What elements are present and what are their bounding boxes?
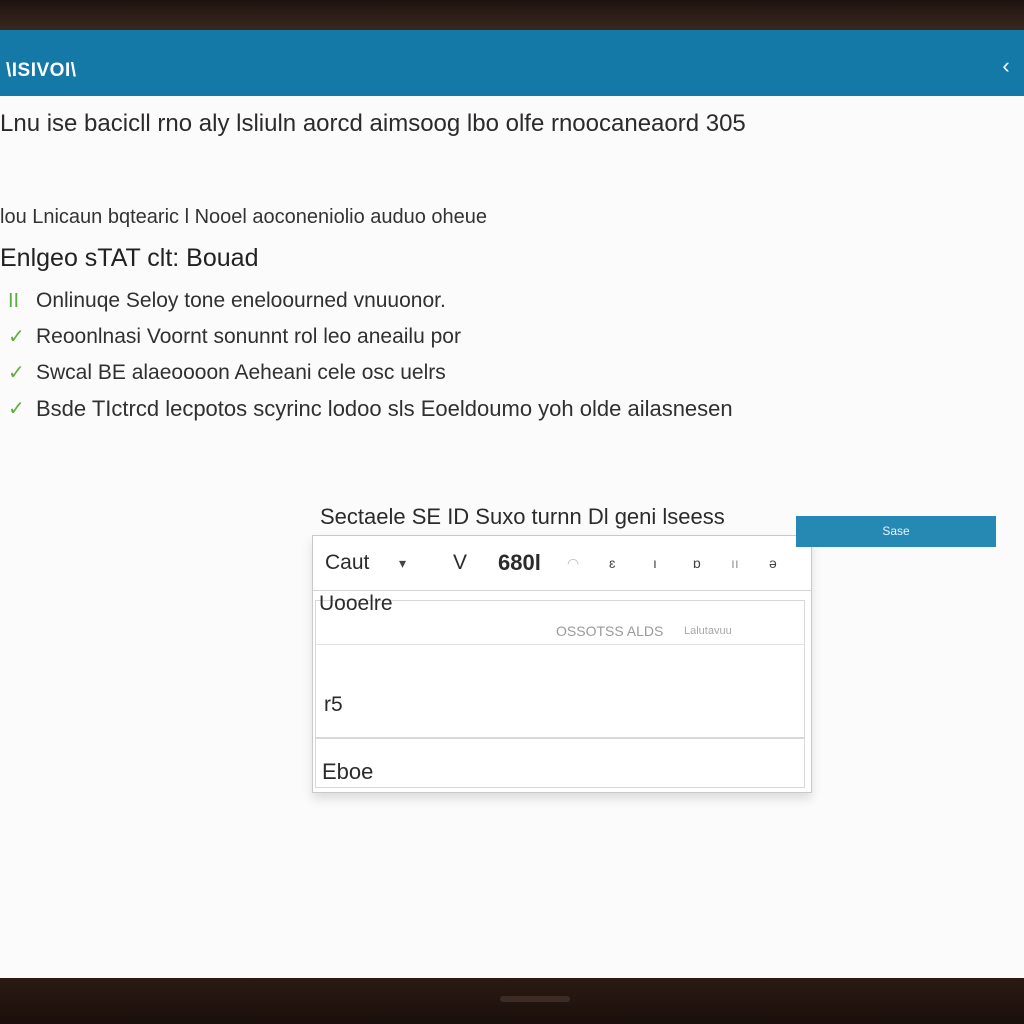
- checklist: II Onlinuqe Seloy tone eneloourned vnuuo…: [0, 286, 733, 430]
- caret-icon[interactable]: ▾: [399, 550, 406, 576]
- check-icon: ✓: [8, 362, 25, 384]
- field-value: r5: [324, 693, 343, 716]
- footer-field[interactable]: Eboe: [315, 738, 805, 788]
- checklist-item: ✓ Swcal BE alaeoooon Aeheani cele osc ue…: [0, 358, 733, 394]
- save-button[interactable]: Sase: [796, 516, 996, 547]
- field-divider: [316, 644, 804, 645]
- toolbar-button-7[interactable]: ɒ: [693, 550, 701, 576]
- field-hint: OSSOTSS ALDS: [556, 623, 664, 639]
- spinner-icon[interactable]: ◠: [567, 550, 579, 576]
- dialog-caption: Sectaele SE ID Suxo turnn Dl geni lseess: [320, 504, 725, 529]
- toolbar-button-5[interactable]: ɛ: [609, 550, 615, 576]
- checklist-item: ✓ Bsde TIctrcd lecpotos scyrinc lodoo sl…: [0, 394, 733, 430]
- check-icon: ✓: [8, 398, 25, 420]
- toolbar-button-9[interactable]: ə: [769, 550, 777, 576]
- section-title: Enlgeo sTAT clt: Bouad: [0, 244, 259, 272]
- checklist-item-text: Reoonlnasi Voornt sonunnt rol leo aneail…: [36, 325, 461, 348]
- monitor-bezel-top: [0, 0, 1024, 30]
- checklist-item: II Onlinuqe Seloy tone eneloourned vnuuo…: [0, 286, 733, 322]
- field-label: Uooelre: [319, 592, 393, 615]
- footer-label: Eboe: [322, 759, 374, 784]
- chevron-left-icon[interactable]: ‹: [994, 54, 1018, 78]
- screen: \ISIVOI\ ‹ Lnu ise bacicll rno aly lsliu…: [0, 30, 1024, 978]
- settings-dialog: Caut ▾ V 680l ◠ ɛ ı ɒ ıı ə OSSOTSS ALDS …: [312, 535, 812, 793]
- toolbar-button-6[interactable]: ı: [653, 550, 657, 576]
- toolbar-size-field[interactable]: 680l: [498, 550, 541, 576]
- page-headline: Lnu ise bacicll rno aly lsliuln aorcd ai…: [0, 110, 746, 137]
- window-title: \ISIVOI\: [6, 60, 77, 81]
- check-icon: II: [8, 290, 20, 312]
- checklist-item: ✓ Reoonlnasi Voornt sonunnt rol leo anea…: [0, 322, 733, 358]
- title-bar: \ISIVOI\ ‹: [0, 30, 1024, 96]
- monitor-logo-mark: [500, 996, 570, 1002]
- field-hint-small: Lalutavuu: [684, 625, 732, 637]
- checklist-item-text: Bsde TIctrcd lecpotos scyrinc lodoo sls …: [36, 396, 733, 421]
- text-field[interactable]: OSSOTSS ALDS Lalutavuu r5: [315, 600, 805, 738]
- toolbar-v-button[interactable]: V: [453, 550, 467, 576]
- toolbar-font-select[interactable]: Caut: [325, 550, 369, 576]
- dialog-toolbar: Caut ▾ V 680l ◠ ɛ ı ɒ ıı ə: [313, 536, 811, 591]
- checklist-item-text: Swcal BE alaeoooon Aeheani cele osc uelr…: [36, 361, 446, 384]
- toolbar-button-8[interactable]: ıı: [731, 550, 739, 576]
- checklist-item-text: Onlinuqe Seloy tone eneloourned vnuuonor…: [36, 289, 446, 312]
- page-subline: lou Lnicaun bqtearic l Nooel aoconenioli…: [0, 206, 488, 228]
- check-icon: ✓: [8, 326, 25, 348]
